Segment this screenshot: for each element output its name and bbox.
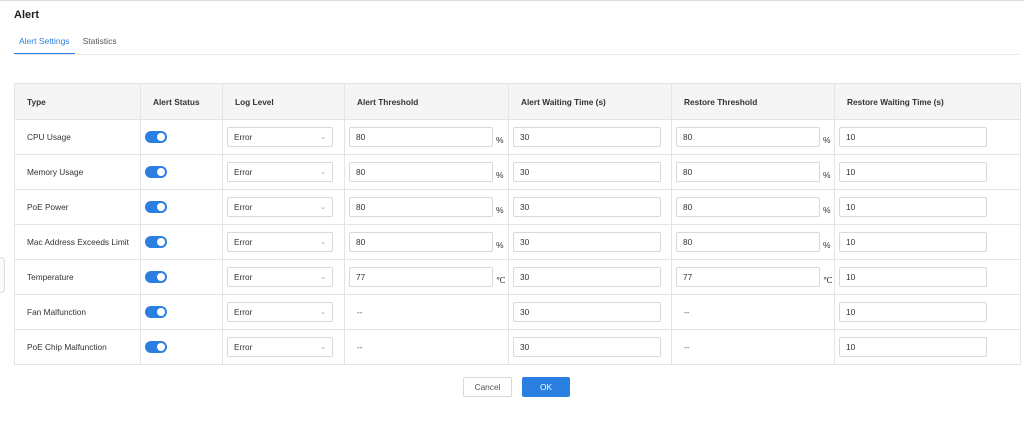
alert-waiting-time-input[interactable]: 30 — [513, 337, 661, 357]
tab-statistics[interactable]: Statistics — [78, 36, 122, 53]
top-divider — [0, 0, 1024, 1]
sidebar-collapse-handle[interactable] — [0, 257, 5, 293]
ok-button[interactable]: OK — [522, 377, 570, 397]
log-level-select[interactable]: Error ⌄ — [227, 302, 333, 322]
alert-threshold-input[interactable]: 77 — [349, 267, 493, 287]
alert-waiting-time-input[interactable]: 30 — [513, 162, 661, 182]
log-level-select[interactable]: Error ⌄ — [227, 127, 333, 147]
log-level-value: Error — [234, 307, 253, 317]
restore-waiting-time-input[interactable]: 10 — [839, 162, 987, 182]
restore-threshold-unit: % — [823, 135, 831, 145]
alert-threshold-input[interactable]: 80 — [349, 162, 493, 182]
alert-status-toggle[interactable] — [145, 166, 167, 178]
alert-waiting-time-input[interactable]: 30 — [513, 232, 661, 252]
alert-waiting-time-input[interactable]: 30 — [513, 302, 661, 322]
restore-waiting-time-input[interactable]: 10 — [839, 127, 987, 147]
tab-alert-settings[interactable]: Alert Settings — [14, 36, 75, 55]
alert-status-toggle[interactable] — [145, 201, 167, 213]
restore-threshold-unit: % — [823, 240, 831, 250]
log-level-value: Error — [234, 272, 253, 282]
alert-threshold-unit: % — [496, 205, 504, 215]
table-row: CPU Usage Error ⌄ 80% 30 80% 10 — [14, 119, 1021, 155]
page-title: Alert — [14, 9, 40, 21]
alert-waiting-time-input[interactable]: 30 — [513, 267, 661, 287]
column-header-restore-waiting-time: Restore Waiting Time (s) — [834, 83, 1021, 120]
log-level-value: Error — [234, 237, 253, 247]
alert-status-toggle[interactable] — [145, 131, 167, 143]
chevron-down-icon: ⌄ — [320, 169, 326, 176]
alert-threshold-empty: -- — [357, 342, 363, 352]
type-cell: Fan Malfunction — [14, 294, 141, 330]
alert-status-toggle[interactable] — [145, 341, 167, 353]
restore-threshold-unit: % — [823, 170, 831, 180]
alert-waiting-time-input[interactable]: 30 — [513, 197, 661, 217]
log-level-select[interactable]: Error ⌄ — [227, 232, 333, 252]
alert-threshold-unit: % — [496, 170, 504, 180]
restore-threshold-empty: -- — [684, 342, 690, 352]
alert-threshold-input[interactable]: 80 — [349, 127, 493, 147]
table-header-row: Type Alert Status Log Level Alert Thresh… — [14, 83, 1021, 120]
type-cell: PoE Power — [14, 189, 141, 225]
chevron-down-icon: ⌄ — [320, 134, 326, 141]
chevron-down-icon: ⌄ — [320, 274, 326, 281]
type-cell: Temperature — [14, 259, 141, 295]
log-level-value: Error — [234, 132, 253, 142]
log-level-select[interactable]: Error ⌄ — [227, 197, 333, 217]
restore-threshold-unit: ℃ — [823, 274, 833, 285]
log-level-value: Error — [234, 167, 253, 177]
table-row: Memory Usage Error ⌄ 80% 30 80% 10 — [14, 154, 1021, 190]
alert-waiting-time-input[interactable]: 30 — [513, 127, 661, 147]
restore-threshold-unit: % — [823, 205, 831, 215]
column-header-alert-threshold: Alert Threshold — [344, 83, 509, 120]
alert-threshold-unit: % — [496, 240, 504, 250]
type-cell: Memory Usage — [14, 154, 141, 190]
alert-threshold-unit: ℃ — [496, 274, 506, 285]
type-cell: PoE Chip Malfunction — [14, 329, 141, 365]
restore-threshold-input[interactable]: 80 — [676, 232, 820, 252]
type-cell: CPU Usage — [14, 119, 141, 155]
restore-waiting-time-input[interactable]: 10 — [839, 302, 987, 322]
restore-threshold-input[interactable]: 80 — [676, 127, 820, 147]
log-level-select[interactable]: Error ⌄ — [227, 162, 333, 182]
restore-threshold-input[interactable]: 80 — [676, 162, 820, 182]
log-level-select[interactable]: Error ⌄ — [227, 267, 333, 287]
table-row: Mac Address Exceeds Limit Error ⌄ 80% 30 … — [14, 224, 1021, 260]
cancel-button[interactable]: Cancel — [463, 377, 512, 397]
alert-settings-table: Type Alert Status Log Level Alert Thresh… — [14, 83, 1021, 365]
alert-status-toggle[interactable] — [145, 306, 167, 318]
restore-waiting-time-input[interactable]: 10 — [839, 232, 987, 252]
chevron-down-icon: ⌄ — [320, 239, 326, 246]
table-row: PoE Power Error ⌄ 80% 30 80% 10 — [14, 189, 1021, 225]
alert-threshold-empty: -- — [357, 307, 363, 317]
column-header-type: Type — [14, 83, 141, 120]
chevron-down-icon: ⌄ — [320, 344, 326, 351]
table-row: Temperature Error ⌄ 77 ℃ 30 77 ℃ 10 — [14, 259, 1021, 295]
column-header-log-level: Log Level — [222, 83, 345, 120]
alert-threshold-input[interactable]: 80 — [349, 232, 493, 252]
log-level-select[interactable]: Error ⌄ — [227, 337, 333, 357]
tab-bar: Alert Settings Statistics — [14, 36, 122, 55]
tabs-divider — [14, 54, 1020, 55]
alert-status-toggle[interactable] — [145, 271, 167, 283]
restore-threshold-input[interactable]: 80 — [676, 197, 820, 217]
restore-waiting-time-input[interactable]: 10 — [839, 337, 987, 357]
alert-status-toggle[interactable] — [145, 236, 167, 248]
table-row: PoE Chip Malfunction Error ⌄ -- 30 -- 10 — [14, 329, 1021, 365]
log-level-value: Error — [234, 202, 253, 212]
chevron-down-icon: ⌄ — [320, 204, 326, 211]
column-header-restore-threshold: Restore Threshold — [671, 83, 835, 120]
alert-threshold-input[interactable]: 80 — [349, 197, 493, 217]
alert-threshold-unit: % — [496, 135, 504, 145]
restore-threshold-empty: -- — [684, 307, 690, 317]
column-header-alert-waiting-time: Alert Waiting Time (s) — [508, 83, 672, 120]
type-cell: Mac Address Exceeds Limit — [14, 224, 141, 260]
column-header-alert-status: Alert Status — [140, 83, 223, 120]
restore-waiting-time-input[interactable]: 10 — [839, 197, 987, 217]
chevron-down-icon: ⌄ — [320, 309, 326, 316]
restore-threshold-input[interactable]: 77 — [676, 267, 820, 287]
restore-waiting-time-input[interactable]: 10 — [839, 267, 987, 287]
log-level-value: Error — [234, 342, 253, 352]
table-row: Fan Malfunction Error ⌄ -- 30 -- 10 — [14, 294, 1021, 330]
